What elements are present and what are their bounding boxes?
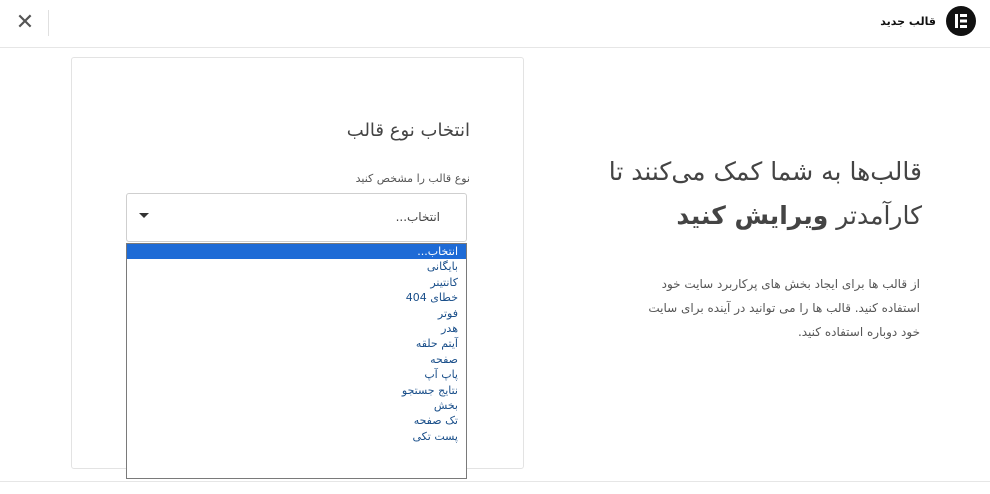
dropdown-option[interactable]: کانتینر — [127, 275, 466, 290]
dropdown-option[interactable]: آیتم حلقه — [127, 336, 466, 351]
dropdown-option[interactable]: بایگانی — [127, 259, 466, 274]
chevron-down-icon — [139, 213, 149, 218]
select-value: انتخاب... — [395, 210, 440, 224]
template-type-label: نوع قالب را مشخص کنید — [355, 172, 470, 185]
dropdown-option[interactable]: پست تکی — [127, 429, 466, 444]
template-type-dropdown[interactable]: انتخاب... بایگانی کانتینر خطای 404 فوتر … — [126, 243, 467, 479]
topbar-divider — [48, 10, 49, 36]
bottom-divider — [0, 481, 990, 482]
top-bar: ✕ قالب جدید — [0, 0, 990, 48]
dropdown-option[interactable]: فوتر — [127, 306, 466, 321]
dropdown-option[interactable]: هدر — [127, 321, 466, 336]
promo-description: از قالب ها برای ایجاد بخش های پرکاربرد س… — [648, 277, 920, 339]
promo-heading-normal: کارآمدتر — [828, 201, 922, 230]
dropdown-option[interactable]: صفحه — [127, 352, 466, 367]
promo-heading-line2: کارآمدتر ویرایش کنید — [560, 194, 922, 238]
template-type-select[interactable]: انتخاب... — [126, 193, 467, 242]
promo-heading: قالب‌ها به شما کمک می‌کنند تا کارآمدتر و… — [560, 150, 922, 238]
dropdown-option[interactable]: بخش — [127, 398, 466, 413]
dropdown-option[interactable]: خطای 404 — [127, 290, 466, 305]
close-icon[interactable]: ✕ — [12, 10, 38, 36]
dropdown-option[interactable]: نتایج جستجو — [127, 383, 466, 398]
promo-heading-line1: قالب‌ها به شما کمک می‌کنند تا — [608, 157, 922, 186]
promo-heading-bold: ویرایش کنید — [676, 201, 829, 230]
dropdown-option[interactable]: پاپ آپ — [127, 367, 466, 382]
card-title: انتخاب نوع قالب — [346, 120, 470, 141]
elementor-logo-icon — [946, 6, 976, 36]
page-title: قالب جدید — [880, 15, 936, 28]
dropdown-option[interactable]: انتخاب... — [127, 244, 466, 260]
dropdown-option[interactable]: تک صفحه — [127, 413, 466, 428]
